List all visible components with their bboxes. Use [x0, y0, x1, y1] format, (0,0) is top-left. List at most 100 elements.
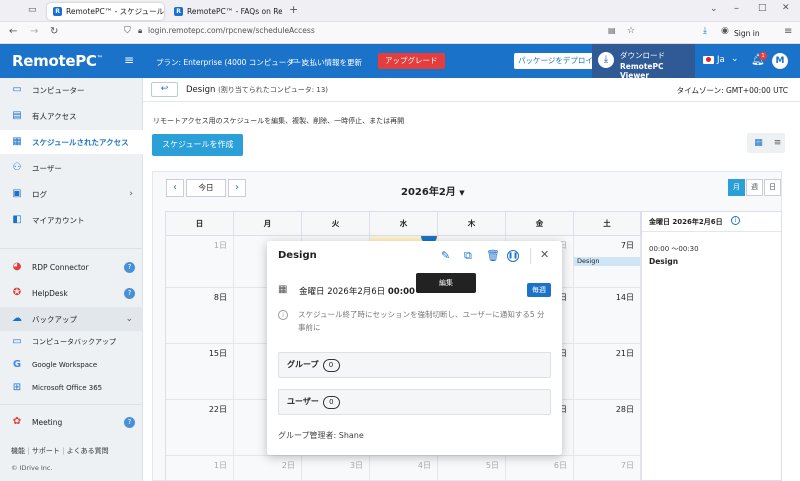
calendar-day-cell[interactable]: 1日: [166, 456, 234, 481]
month-selector[interactable]: 2026年2月 ▼: [401, 183, 465, 198]
sidebar-item-computer-backup[interactable]: ▭ コンピュータバックアップ: [0, 330, 143, 354]
user-avatar[interactable]: M: [772, 53, 788, 69]
sidebar-item-office-365[interactable]: ⊞ Microsoft Office 365: [0, 376, 143, 400]
help-icon[interactable]: ?: [124, 416, 135, 428]
lock-icon[interactable]: 🔒︎: [138, 26, 142, 36]
menu-icon[interactable]: ≡: [784, 26, 792, 37]
delete-trash-icon[interactable]: 🗑︎: [486, 249, 500, 262]
close-popup-icon[interactable]: ✕: [540, 248, 549, 261]
bookmark-star-icon[interactable]: ☆: [627, 26, 635, 36]
upgrade-button[interactable]: アップグレード: [378, 53, 445, 69]
reload-icon[interactable]: ↻: [50, 26, 58, 37]
help-icon[interactable]: ?: [124, 287, 135, 299]
view-day-button[interactable]: 日: [764, 179, 781, 196]
minimize-icon[interactable]: –: [734, 3, 739, 14]
sidebar-item-my-account[interactable]: ◧ マイアカウント: [0, 208, 143, 232]
view-month-button[interactable]: 月: [728, 179, 745, 196]
edit-pencil-icon[interactable]: ✎: [441, 249, 450, 262]
sidebar-item-meeting[interactable]: ✿ Meeting?: [0, 410, 143, 434]
chevron-down-icon[interactable]: ⌄: [731, 54, 739, 64]
panel-event[interactable]: Design: [649, 257, 678, 266]
tab-list-icon[interactable]: ⌄: [710, 4, 718, 14]
reader-view-icon[interactable]: ▤: [608, 26, 616, 35]
calendar-day-cell[interactable]: 1日: [166, 236, 234, 288]
footer-link-faq[interactable]: よくある質問: [67, 447, 109, 455]
calendar-event[interactable]: Design: [574, 257, 640, 266]
new-tab-icon[interactable]: +: [289, 3, 298, 16]
panel-time: 00:00 ～00:30: [649, 245, 699, 253]
pause-icon[interactable]: ❚❚: [507, 250, 519, 262]
calendar-day-cell[interactable]: 28日: [574, 400, 641, 456]
sidebar-item-backup[interactable]: ☁ バックアップ ⌄: [0, 307, 143, 331]
account-icon[interactable]: ◉: [721, 26, 729, 36]
groups-section[interactable]: グループ 0: [278, 352, 551, 378]
calendar-small-icon: ▦: [278, 284, 288, 295]
calendar-day-cell[interactable]: 2日: [234, 456, 302, 481]
address-bar: ← → ↻ ⛉ 🔒︎ login.remotepc.com/rpcnew/sch…: [0, 22, 800, 44]
sidebar-item-users[interactable]: ⚇ ユーザー: [0, 156, 143, 180]
shield-icon[interactable]: ⛉: [124, 26, 131, 36]
duplicate-icon[interactable]: ⧉: [464, 249, 472, 263]
deploy-package-button[interactable]: パッケージをデプロイ: [514, 53, 597, 69]
sidebar-item-attended[interactable]: ▤ 有人アクセス: [0, 104, 143, 128]
info-icon[interactable]: i: [731, 216, 740, 225]
calendar-day-cell[interactable]: 22日: [166, 400, 234, 456]
app-header: RemotePC™ ≡ プラン: Enterprise (4000 コンピュータ…: [0, 44, 800, 80]
remotepc-favicon-icon: R: [174, 7, 183, 16]
browser-tab-1[interactable]: R RemotePC™ - スケジュールされ ✕: [47, 3, 164, 20]
back-button[interactable]: ↩: [151, 82, 178, 97]
calendar-day-cell[interactable]: 14日: [574, 288, 641, 344]
update-payment-link[interactable]: 支払い情報を更新: [302, 57, 362, 68]
footer-link-support[interactable]: サポート: [32, 447, 60, 455]
edit-tooltip: 編集: [416, 273, 476, 293]
browser-tab-2[interactable]: R RemotePC™ - FAQs on Remote ✕: [168, 3, 282, 20]
office-icon: ⊞: [12, 382, 22, 393]
url-field[interactable]: login.remotepc.com/rpcnew/scheduleAccess: [148, 26, 315, 35]
calendar-day-cell[interactable]: 3日: [302, 456, 370, 481]
today-button[interactable]: 今日: [186, 179, 226, 197]
rdp-icon: ◕: [12, 261, 22, 272]
forward-icon[interactable]: →: [30, 26, 38, 37]
back-icon[interactable]: ←: [9, 26, 17, 37]
calendar-day-cell[interactable]: 8日: [166, 288, 234, 344]
calendar-day-cell[interactable]: 15日: [166, 344, 234, 400]
remotepc-logo[interactable]: RemotePC™: [12, 52, 103, 70]
hamburger-menu-icon[interactable]: ≡: [124, 53, 134, 67]
tab-overview-icon[interactable]: ▭: [28, 5, 37, 15]
sidebar-divider: [0, 248, 143, 249]
list-view-icon[interactable]: ≡: [769, 135, 786, 151]
close-window-icon[interactable]: ✕: [782, 3, 790, 13]
footer-link-features[interactable]: 機能: [11, 447, 25, 455]
sidebar-item-computers[interactable]: ▭ コンピューター: [0, 78, 143, 102]
view-week-button[interactable]: 週: [746, 179, 763, 196]
users-section[interactable]: ユーザー 0: [278, 389, 551, 415]
sidebar-item-rdp[interactable]: ◕ RDP Connector?: [0, 255, 143, 279]
maximize-icon[interactable]: □: [758, 3, 767, 13]
language-selector[interactable]: Ja: [717, 55, 725, 65]
create-schedule-button[interactable]: スケジュールを作成: [152, 134, 244, 156]
calendar-day-cell[interactable]: 7日: [574, 456, 641, 481]
next-month-button[interactable]: ›: [228, 179, 246, 197]
sidebar-item-scheduled[interactable]: ▦ スケジュールされたアクセス: [0, 130, 143, 154]
sidebar-item-google-workspace[interactable]: G Google Workspace: [0, 353, 143, 377]
sign-in-link[interactable]: Sign in: [734, 29, 760, 38]
download-icon[interactable]: ⤓: [703, 26, 707, 36]
tab-1-title: RemotePC™ - スケジュールされ: [66, 7, 164, 16]
calendar-day-cell[interactable]: 6日: [506, 456, 574, 481]
day-detail-panel: 金曜日 2026年2月6日 i 00:00 ～00:30 Design: [641, 211, 782, 481]
calendar-view-icon[interactable]: ▦: [750, 135, 767, 151]
download-viewer-button[interactable]: ⤓ ダウンロード RemotePC Viewer: [592, 44, 695, 80]
calendar-day-cell[interactable]: 4日: [370, 456, 438, 481]
user-icon: ⚇: [12, 162, 22, 173]
sidebar-item-helpdesk[interactable]: ✪ HelpDesk?: [0, 281, 143, 305]
prev-month-button[interactable]: ‹: [166, 179, 184, 197]
popup-title: Design: [278, 250, 317, 261]
sidebar-item-logs[interactable]: ▣ ログ ›: [0, 182, 143, 206]
sidebar: ▭ コンピューター ▤ 有人アクセス ▦ スケジュールされたアクセス ⚇ ユーザー ▣ ロ…: [0, 78, 143, 481]
calendar-day-cell[interactable]: 5日: [438, 456, 506, 481]
chevron-down-icon: ⌄: [125, 314, 133, 324]
tab-2-title: RemotePC™ - FAQs on Remote: [187, 7, 282, 16]
help-icon[interactable]: ?: [124, 261, 135, 273]
weekday-header: 水: [370, 212, 438, 236]
calendar-day-cell[interactable]: 21日: [574, 344, 641, 400]
